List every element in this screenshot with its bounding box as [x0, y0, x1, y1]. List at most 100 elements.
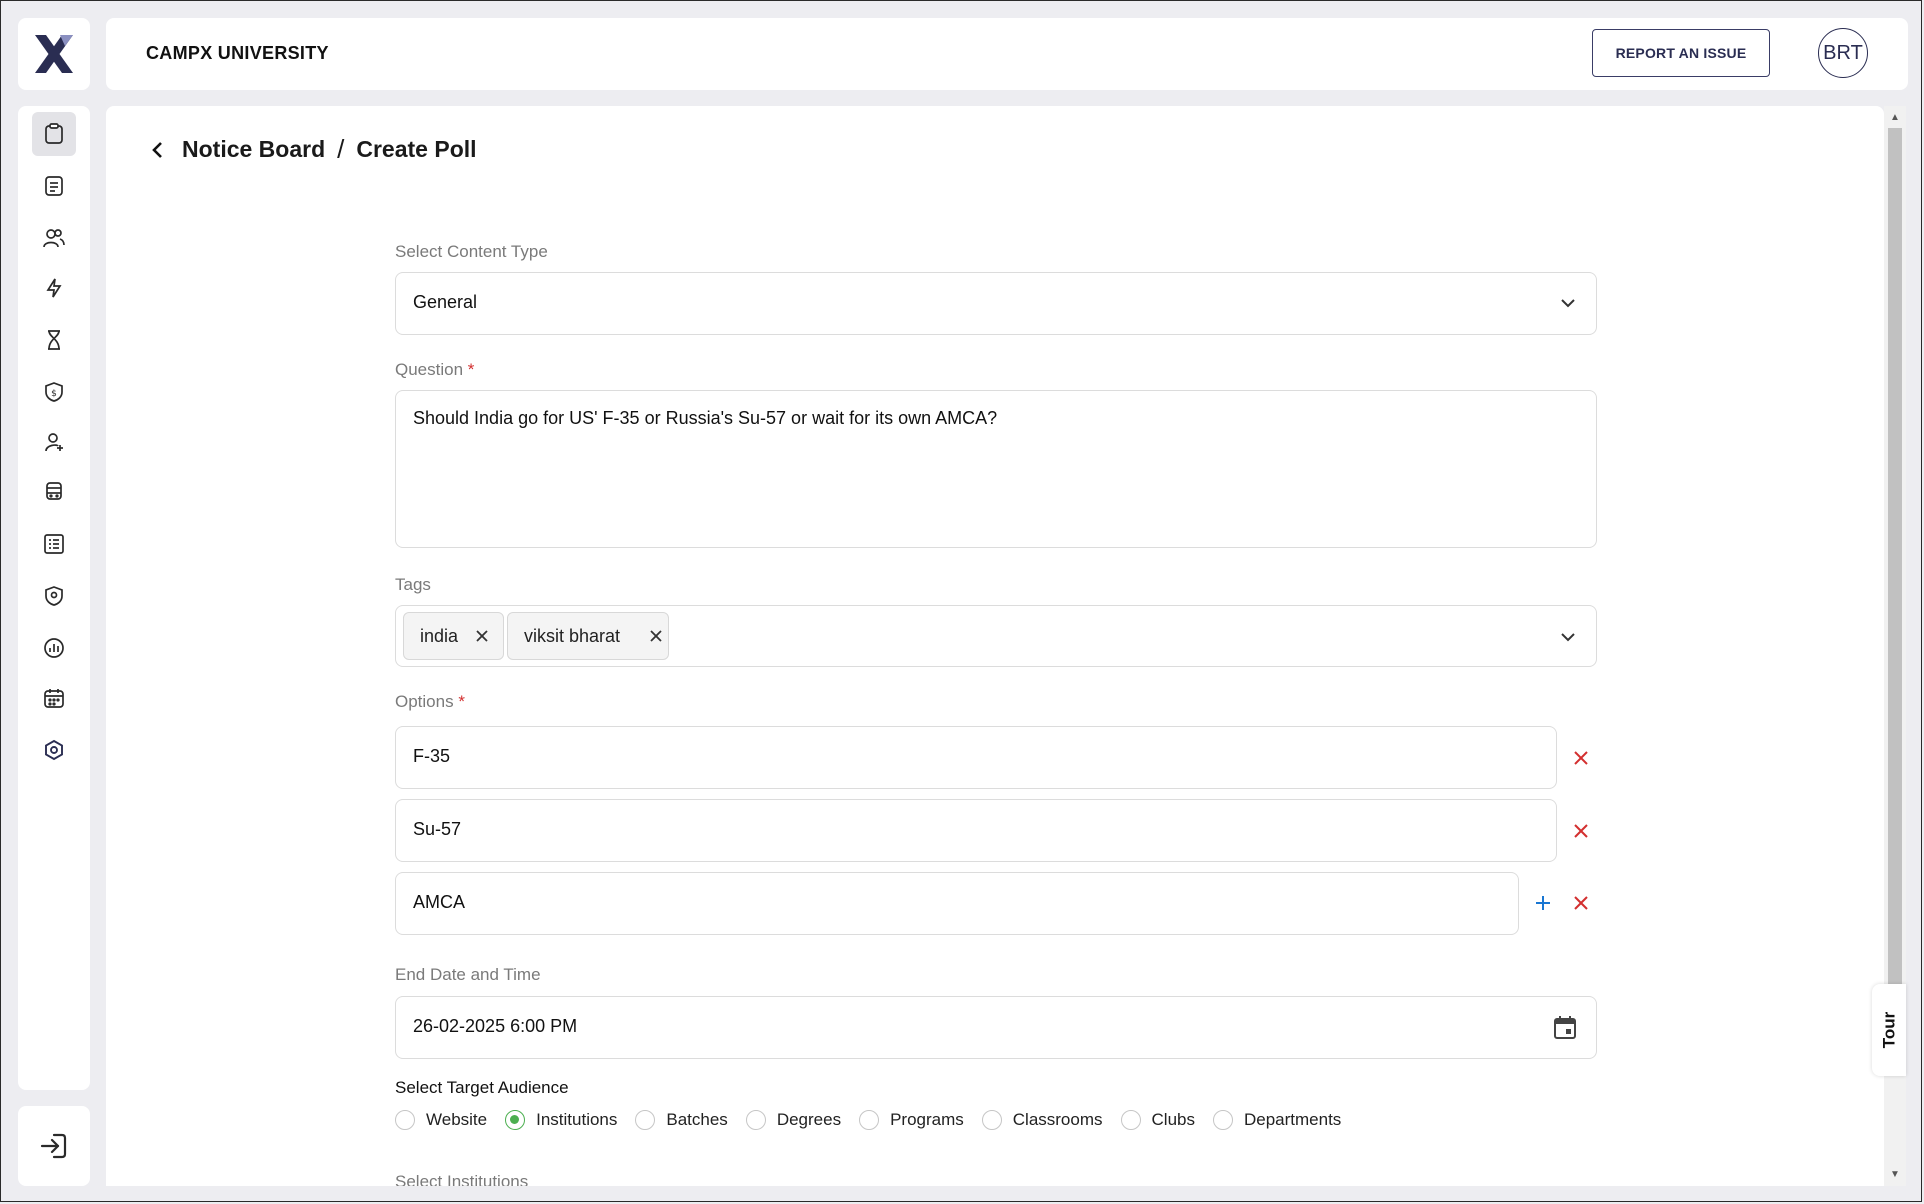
option-input[interactable]: Su-57 [395, 799, 1557, 862]
radio-button[interactable] [981, 1110, 1002, 1130]
sidebar-item-calendar[interactable] [32, 676, 76, 720]
radio-programs[interactable]: Programs [859, 1110, 964, 1130]
shield-dollar-icon: $ [45, 382, 63, 402]
radio-button[interactable] [1212, 1110, 1233, 1130]
tag-chip: india [403, 612, 504, 660]
sidebar: $ [18, 106, 90, 1090]
add-option-button[interactable] [1531, 891, 1555, 915]
sidebar-item-timeline[interactable] [32, 318, 76, 362]
radio-label: Programs [890, 1110, 964, 1129]
list-icon [44, 534, 64, 554]
radio-label: Clubs [1151, 1110, 1195, 1129]
sidebar-item-activity[interactable] [32, 266, 76, 310]
campx-logo-icon [35, 35, 73, 73]
calendar-picker-icon[interactable] [1554, 1015, 1576, 1039]
analytics-icon [44, 638, 64, 658]
tag-remove-button[interactable] [650, 630, 662, 642]
logout-button[interactable] [18, 1106, 90, 1186]
remove-option-button[interactable] [1569, 746, 1593, 770]
option-input[interactable]: F-35 [395, 726, 1557, 789]
option-input[interactable]: AMCA [395, 872, 1519, 935]
close-icon [1574, 824, 1588, 838]
back-button[interactable] [146, 139, 168, 161]
report-issue-button[interactable]: REPORT AN ISSUE [1592, 29, 1770, 77]
radio-classrooms[interactable]: Classrooms [981, 1110, 1103, 1130]
main-panel: Notice Board / Create Poll Select Conten… [106, 106, 1884, 1186]
app-logo[interactable] [18, 18, 90, 90]
radio-button[interactable] [859, 1110, 880, 1130]
radio-label: Degrees [776, 1110, 842, 1129]
option-value: AMCA [413, 892, 466, 912]
document-icon [45, 176, 63, 196]
radio-clubs[interactable]: Clubs [1120, 1110, 1195, 1130]
sidebar-item-settings[interactable] [32, 728, 76, 772]
breadcrumb: Notice Board / Create Poll [146, 134, 477, 165]
remove-option-button[interactable] [1569, 819, 1593, 843]
chevron-down-icon [1561, 633, 1575, 642]
question-value: Should India go for US' F-35 or Russia's… [413, 408, 998, 428]
content-type-value: General [413, 292, 478, 312]
tag-remove-button[interactable] [476, 630, 488, 642]
calendar-icon [44, 689, 64, 708]
scroll-down-icon[interactable]: ▼ [1890, 1169, 1900, 1180]
audience-label: Select Target Audience [395, 1078, 569, 1097]
svg-text:$: $ [51, 389, 57, 399]
clipboard-icon [45, 123, 63, 144]
users-icon [43, 229, 65, 248]
option-value: F-35 [413, 746, 451, 766]
option-value: Su-57 [413, 819, 462, 839]
sidebar-item-locations[interactable] [32, 574, 76, 618]
sidebar-item-fees[interactable]: $ [32, 370, 76, 414]
plus-icon [1536, 896, 1550, 910]
breadcrumb-parent[interactable]: Notice Board [182, 136, 325, 163]
hourglass-icon [48, 330, 60, 350]
settings-hex-icon [45, 739, 63, 761]
radio-batches[interactable]: Batches [635, 1110, 728, 1130]
sidebar-item-add-user[interactable] [32, 420, 76, 464]
user-avatar[interactable]: BRT [1818, 28, 1868, 78]
options-label: Options * [395, 692, 465, 712]
radio-button[interactable] [1120, 1110, 1141, 1130]
content-type-select[interactable]: General [395, 272, 1597, 335]
scrollbar-thumb[interactable] [1888, 128, 1902, 1064]
required-mark: * [467, 360, 475, 379]
institutions-label: Select Institutions [395, 1172, 529, 1186]
scroll-up-icon[interactable]: ▲ [1890, 112, 1900, 123]
radio-button-selected[interactable] [505, 1110, 526, 1130]
sidebar-item-analytics[interactable] [32, 626, 76, 670]
question-label-text: Question [395, 360, 464, 379]
bus-icon [46, 482, 62, 500]
university-name: CAMPX UNIVERSITY [146, 43, 329, 63]
radio-departments[interactable]: Departments [1212, 1110, 1342, 1130]
required-mark: * [458, 692, 465, 711]
remove-option-button[interactable] [1569, 891, 1593, 915]
sidebar-item-transport[interactable] [32, 470, 76, 514]
tag-chip-label: viksit bharat [524, 625, 621, 646]
breadcrumb-separator: / [337, 134, 345, 164]
lightning-icon [46, 278, 62, 298]
sidebar-item-notice-board[interactable] [32, 112, 76, 156]
tour-button[interactable]: Tour [1872, 984, 1906, 1076]
sidebar-item-reports[interactable] [32, 522, 76, 566]
radio-label: Departments [1243, 1110, 1342, 1129]
sidebar-item-documents[interactable] [32, 164, 76, 208]
radio-degrees[interactable]: Degrees [745, 1110, 842, 1130]
radio-button[interactable] [745, 1110, 766, 1130]
end-date-value: 26-02-2025 6:00 PM [413, 1016, 578, 1036]
options-label-text: Options [395, 692, 454, 711]
tag-chip: viksit bharat [507, 612, 669, 660]
audience-radio-group: Website Institutions Batches Degrees Pro… [395, 1110, 1359, 1130]
question-textarea[interactable]: Should India go for US' F-35 or Russia's… [395, 390, 1597, 548]
end-date-input[interactable]: 26-02-2025 6:00 PM [395, 996, 1597, 1059]
radio-website[interactable]: Website [395, 1110, 487, 1130]
content-type-label: Select Content Type [395, 242, 548, 261]
tags-select[interactable]: india viksit bharat [395, 605, 1597, 667]
radio-institutions[interactable]: Institutions [505, 1110, 617, 1130]
close-icon [650, 630, 662, 642]
radio-button[interactable] [395, 1110, 415, 1130]
close-icon [476, 630, 488, 642]
sidebar-item-users[interactable] [32, 216, 76, 260]
question-label: Question * [395, 360, 474, 380]
radio-button[interactable] [635, 1110, 656, 1130]
user-add-icon [45, 433, 63, 452]
